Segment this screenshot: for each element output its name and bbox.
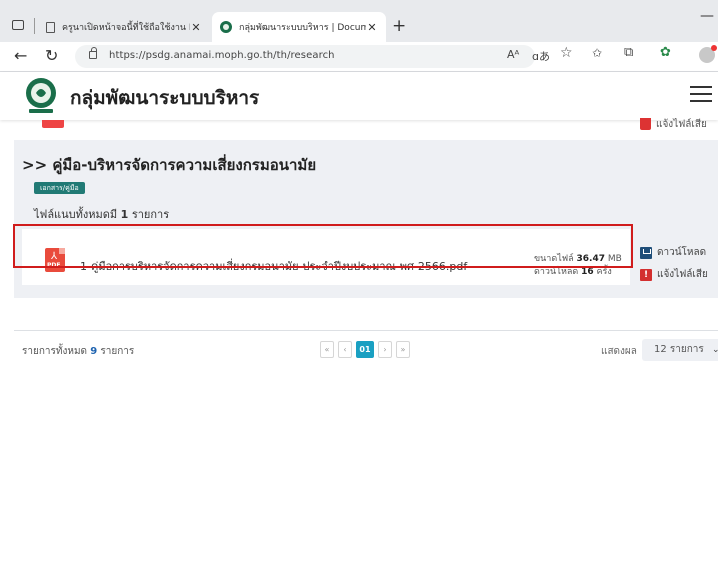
browser-tab-strip: ครูนาเปิดหน้าจอนี้ที่ใช้ถือใช้งาน Inte ✕… [0, 0, 718, 42]
report-broken-file-link[interactable]: แจ้งไฟล์เสีย [656, 117, 707, 132]
file-size: ขนาดไฟล์ 36.47 MB [534, 251, 622, 265]
file-type-label: PDF [47, 262, 61, 269]
divider [14, 330, 718, 331]
url-text: https://psdg.anamai.moph.go.th/th/resear… [109, 50, 335, 61]
close-icon[interactable]: ✕ [366, 21, 378, 34]
tab-divider [34, 18, 35, 34]
report-label: แจ้งไฟล์เสีย [657, 269, 708, 280]
tab-title: กลุ่มพัฒนาระบบบริหาร | Document [239, 23, 366, 33]
total-items-prefix: รายการทั้งหมด [22, 346, 88, 357]
translate-icon[interactable]: ɑあ [532, 48, 550, 64]
collections-icon[interactable]: ⧉ [624, 45, 633, 60]
tab-title: ครูนาเปิดหน้าจอนี้ที่ใช้ถือใช้งาน Inte [62, 23, 190, 33]
file-count-prefix: ไฟล์แนบทั้งหมดมี [34, 208, 118, 221]
read-aloud-icon[interactable]: Aᴬ [507, 48, 519, 61]
download-button[interactable]: ดาวน์โหลด [640, 245, 706, 260]
page-icon [46, 21, 55, 33]
download-count-unit: ครั้ง [596, 267, 612, 277]
download-count-label: ดาวน์โหลด [534, 267, 579, 277]
prev-page-button[interactable]: ‹ [338, 341, 352, 358]
last-page-button[interactable]: » [396, 341, 410, 358]
new-tab-button[interactable]: + [392, 16, 406, 36]
chevron-down-icon: ⌄ [712, 345, 718, 355]
browser-toolbar: ← ↻ https://psdg.anamai.moph.go.th/th/re… [0, 42, 718, 72]
file-count-suffix: รายการ [131, 208, 170, 221]
total-items-suffix: รายการ [100, 346, 135, 357]
file-name-link[interactable]: 1-คู่มือการบริหารจัดการความเสี่ยงกรมอนาม… [80, 257, 467, 275]
pagination: « ‹ 01 › » [320, 341, 410, 359]
download-label: ดาวน์โหลด [657, 247, 707, 258]
file-count-value: 1 [120, 208, 129, 221]
file-count: ไฟล์แนบทั้งหมดมี 1 รายการ [34, 205, 169, 223]
profile-avatar[interactable] [699, 45, 717, 63]
page-size-label: แสดงผล [601, 346, 637, 357]
favorite-icon[interactable]: ☆ [560, 45, 573, 61]
back-arrow-icon[interactable]: ← [14, 46, 27, 65]
page-size-value: 12 รายการ [654, 344, 704, 355]
hamburger-menu-icon[interactable] [690, 86, 712, 102]
extensions-icon[interactable]: ✿ [660, 45, 671, 60]
current-page-button[interactable]: 01 [356, 341, 374, 358]
file-size-label: ขนาดไฟล์ [534, 254, 574, 264]
page-size-select[interactable]: 12 รายการ ⌄ [642, 339, 718, 361]
report-broken-file-button[interactable]: ! แจ้งไฟล์เสีย [640, 267, 708, 282]
browser-tab-1[interactable]: ครูนาเปิดหน้าจอนี้ที่ใช้ถือใช้งาน Inte ✕ [38, 12, 210, 42]
total-items-count: 9 [90, 346, 98, 357]
pdf-file-icon: ⅄ PDF [45, 248, 65, 272]
total-items: รายการทั้งหมด 9 รายการ [22, 344, 134, 359]
acrobat-icon: ⅄ [51, 251, 58, 262]
close-icon[interactable]: ✕ [190, 21, 202, 34]
first-page-button[interactable]: « [320, 341, 334, 358]
favorites-list-icon[interactable]: ✩ [592, 46, 602, 60]
department-logo-icon[interactable] [23, 76, 59, 114]
address-bar[interactable]: https://psdg.anamai.moph.go.th/th/resear… [75, 45, 535, 68]
site-title: กลุ่มพัฒนาระบบบริหาร [70, 87, 260, 109]
category-title: >> คู่มือ-บริหารจัดการความเสี่ยงกรมอนามั… [22, 156, 317, 174]
file-size-value: 36.47 [576, 254, 605, 264]
browser-tab-2[interactable]: กลุ่มพัฒนาระบบบริหาร | Document ✕ [212, 12, 386, 42]
reload-icon[interactable]: ↻ [45, 46, 58, 65]
warning-icon: ! [640, 268, 652, 281]
tab-actions-icon[interactable] [12, 20, 24, 30]
site-favicon-icon [220, 21, 232, 33]
download-count: ดาวน์โหลด 16 ครั้ง [534, 264, 612, 278]
minimize-button[interactable]: — [700, 8, 714, 24]
category-tag[interactable]: เอกสาร/คู่มือ [34, 182, 85, 194]
site-header: กลุ่มพัฒนาระบบบริหาร [0, 72, 718, 120]
next-page-button[interactable]: › [378, 341, 392, 358]
lock-icon [89, 47, 97, 59]
warning-icon [640, 118, 651, 130]
pdf-icon [42, 120, 64, 128]
file-size-unit: MB [607, 254, 622, 264]
download-count-value: 16 [581, 267, 594, 277]
download-icon [640, 246, 652, 259]
